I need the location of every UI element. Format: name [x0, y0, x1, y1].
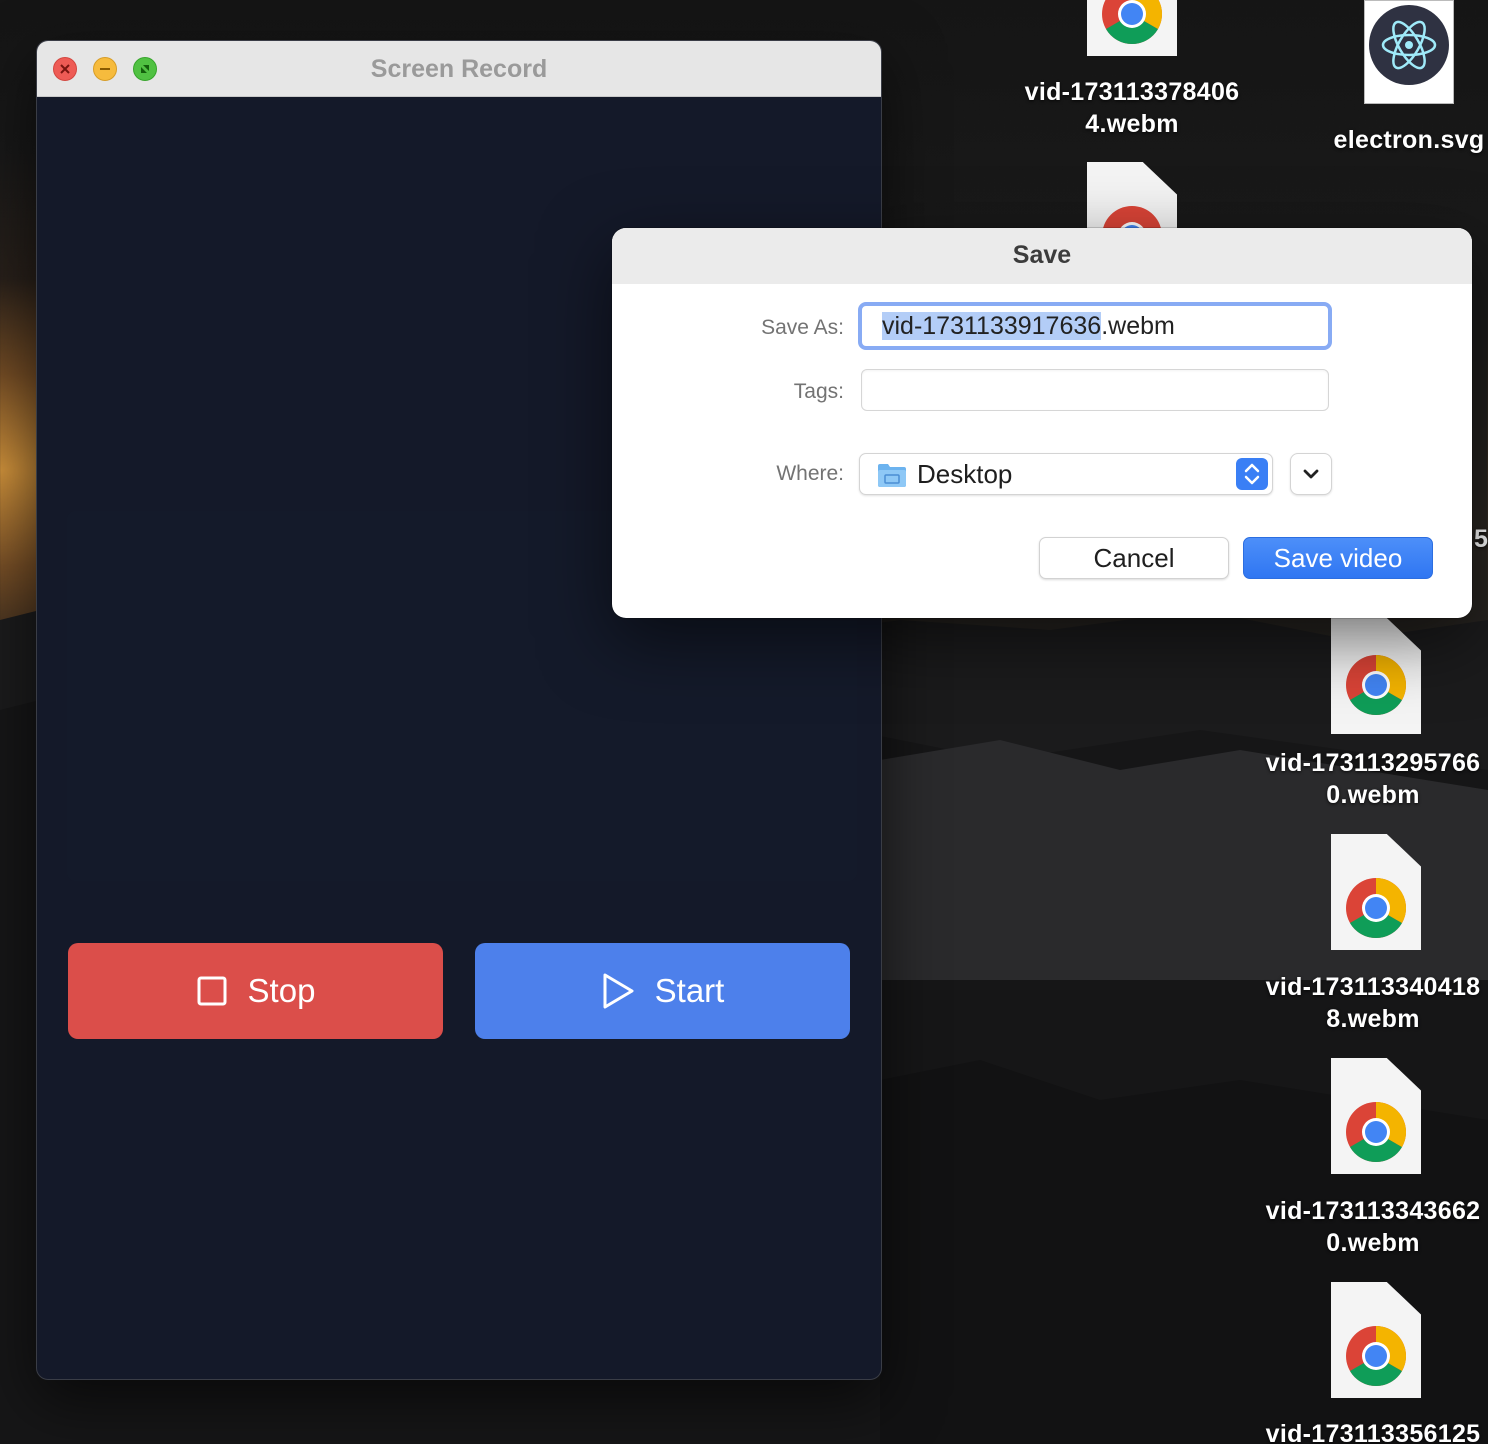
- filename-input[interactable]: vid-1731133917636.webm: [858, 302, 1332, 350]
- tags-input[interactable]: [861, 369, 1329, 411]
- save-dialog: Save Save As: vid-1731133917636.webm Tag…: [612, 228, 1472, 618]
- save-as-label: Save As:: [761, 316, 844, 339]
- stop-button[interactable]: Stop: [68, 943, 443, 1039]
- stop-label: Stop: [247, 972, 316, 1009]
- desktop-file-electron[interactable]: electron.svg: [1330, 0, 1488, 160]
- file-name-line2: 0.webm: [1326, 781, 1420, 809]
- chrome-logo-icon: [1346, 1326, 1407, 1387]
- start-button[interactable]: Start: [475, 943, 850, 1039]
- where-value: Desktop: [917, 459, 1013, 489]
- file-name-line1: vid-173113343662: [1265, 1197, 1481, 1225]
- filename-selected-text: vid-1731133917636: [882, 312, 1102, 340]
- desktop-file-1[interactable]: vid-173113378406 4.webm: [1010, 0, 1254, 140]
- where-select[interactable]: Desktop: [859, 453, 1273, 495]
- file-name-line2: 4.webm: [1085, 110, 1179, 138]
- desktop-file-partial: [1087, 162, 1177, 232]
- tags-label: Tags:: [793, 380, 844, 403]
- desktop-file-3[interactable]: vid-173113295766 0.webm: [1258, 610, 1488, 810]
- save-video-button[interactable]: Save video: [1243, 537, 1433, 579]
- expand-dialog-button[interactable]: [1290, 453, 1332, 495]
- start-label: Start: [654, 972, 725, 1009]
- chrome-logo-icon: [1102, 0, 1162, 45]
- electron-thumbnail: [1364, 0, 1454, 104]
- up-down-chevrons-icon: [1244, 463, 1260, 485]
- square-stop-icon: [197, 976, 227, 1006]
- desktop-file-4[interactable]: vid-173113340418 8.webm: [1258, 834, 1488, 1034]
- electron-logo-icon: [1369, 5, 1449, 85]
- chrome-logo-icon: [1346, 878, 1407, 939]
- cancel-button[interactable]: Cancel: [1039, 537, 1229, 579]
- location-stepper[interactable]: [1236, 458, 1268, 490]
- where-label: Where:: [776, 462, 844, 485]
- desktop-file-5[interactable]: vid-173113343662 0.webm: [1258, 1058, 1488, 1258]
- desktop-file-6[interactable]: vid-173113356125: [1258, 1282, 1488, 1444]
- chevron-down-icon: [1303, 469, 1319, 479]
- file-name-line1: vid-173113295766: [1265, 749, 1481, 777]
- app-titlebar[interactable]: Screen Record: [37, 41, 881, 97]
- file-name-line2: 8.webm: [1326, 1005, 1420, 1033]
- app-title: Screen Record: [370, 55, 548, 83]
- filename-extension: .webm: [1101, 312, 1175, 340]
- play-icon: [603, 973, 634, 1009]
- chrome-logo-icon: [1346, 655, 1407, 716]
- chrome-logo-icon: [1346, 1102, 1407, 1163]
- partial-file-label: 5: [1474, 525, 1488, 553]
- folder-icon: [878, 464, 906, 487]
- file-name-line1: vid-173113378406: [1024, 78, 1240, 106]
- file-name-line2: 0.webm: [1326, 1229, 1420, 1257]
- dialog-title: Save: [612, 228, 1472, 284]
- file-name-line1: electron.svg: [1333, 126, 1485, 154]
- file-name-line1: vid-173113356125: [1265, 1420, 1481, 1444]
- file-name-line1: vid-173113340418: [1265, 973, 1481, 1001]
